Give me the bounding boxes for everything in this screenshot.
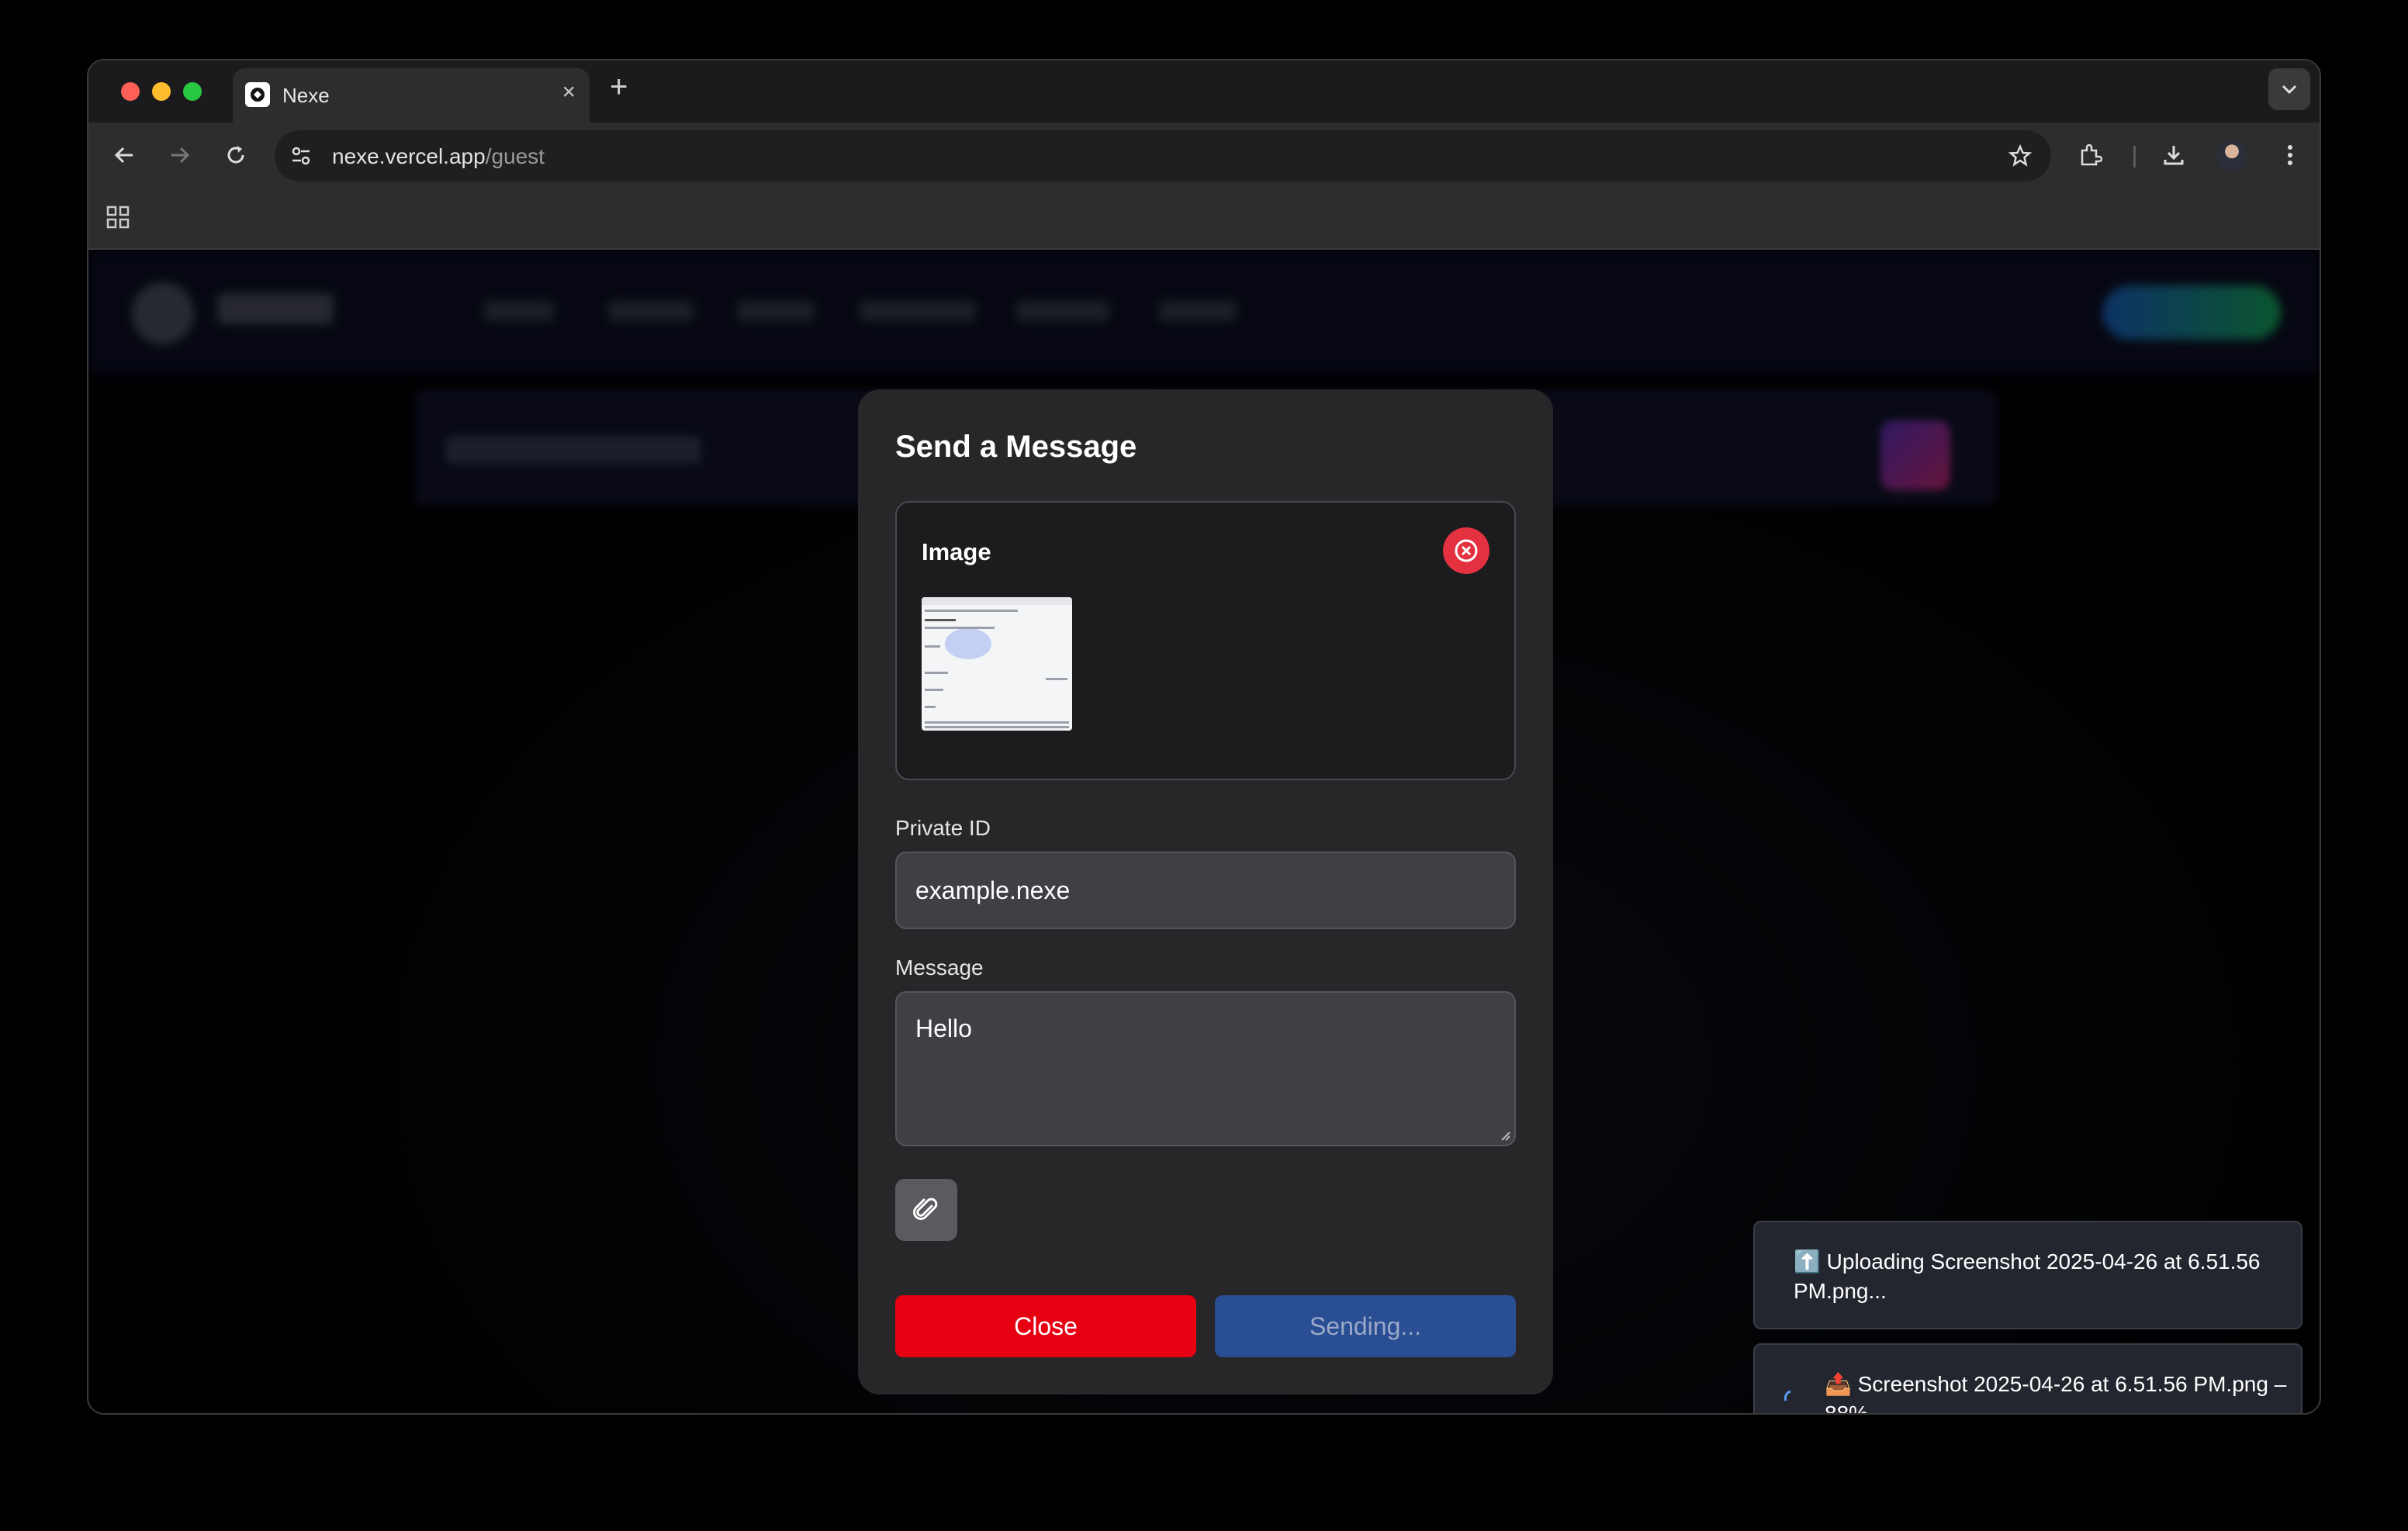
close-button[interactable]: Close xyxy=(895,1295,1196,1357)
progress-toast: 📤 Screenshot 2025-04-26 at 6.51.56 PM.pn… xyxy=(1753,1343,2302,1415)
toolbar-divider xyxy=(2133,146,2136,168)
close-window-button[interactable] xyxy=(121,82,140,101)
forward-icon[interactable] xyxy=(164,140,195,171)
send-message-modal: Send a Message Image Private ID example.… xyxy=(858,389,1553,1394)
attach-file-button[interactable] xyxy=(895,1179,957,1241)
message-label: Message xyxy=(895,956,984,980)
close-circle-icon xyxy=(1455,539,1478,562)
outbox-icon: 📤 xyxy=(1825,1372,1852,1396)
url-text: nexe.vercel.app/guest xyxy=(332,144,545,168)
private-id-input[interactable]: example.nexe xyxy=(895,852,1516,929)
paperclip-icon xyxy=(913,1197,938,1220)
bookmark-star-icon[interactable] xyxy=(2005,140,2036,171)
address-bar[interactable]: nexe.vercel.app/guest xyxy=(275,130,2051,181)
extensions-icon[interactable] xyxy=(2074,140,2105,171)
private-id-label: Private ID xyxy=(895,816,991,840)
toast-message: Screenshot 2025-04-26 at 6.51.56 PM.png … xyxy=(1825,1372,2287,1415)
browser-window: Nexe × + nexe.vercel.app/guest Send a Me… xyxy=(87,59,2321,1415)
message-textarea[interactable]: Hello xyxy=(895,991,1516,1146)
more-menu-icon[interactable] xyxy=(2275,140,2306,171)
send-button[interactable]: Sending... xyxy=(1215,1295,1516,1357)
bookmarks-bar xyxy=(88,188,2320,250)
tab-strip: Nexe × + xyxy=(88,60,2320,123)
apps-grid-icon[interactable] xyxy=(102,202,133,233)
resize-handle-icon[interactable] xyxy=(1499,1129,1511,1142)
new-tab-icon[interactable]: + xyxy=(610,71,628,102)
upload-icon: ⬆️ xyxy=(1794,1249,1821,1274)
nexe-favicon-icon xyxy=(245,82,270,107)
message-text: Hello xyxy=(915,1014,972,1042)
loading-spinner-icon xyxy=(1784,1390,1791,1401)
chevron-down-icon xyxy=(2282,85,2297,95)
toast-message: Uploading Screenshot 2025-04-26 at 6.51.… xyxy=(1794,1249,2261,1303)
image-attachment-box: Image xyxy=(895,501,1516,780)
reload-icon[interactable] xyxy=(220,140,251,171)
tab-search-button[interactable] xyxy=(2268,68,2310,110)
remove-image-button[interactable] xyxy=(1443,527,1489,574)
page-content: Send a Message Image Private ID example.… xyxy=(88,250,2320,1415)
downloads-icon[interactable] xyxy=(2158,140,2189,171)
tab-title: Nexe xyxy=(282,84,330,107)
browser-toolbar: nexe.vercel.app/guest xyxy=(88,123,2320,188)
tab-close-icon[interactable]: × xyxy=(562,79,576,105)
maximize-window-button[interactable] xyxy=(183,82,202,101)
modal-title: Send a Message xyxy=(895,430,1137,464)
back-icon[interactable] xyxy=(109,140,140,171)
tab-nexe[interactable]: Nexe × xyxy=(233,68,590,123)
upload-toast: ⬆️ Uploading Screenshot 2025-04-26 at 6.… xyxy=(1753,1221,2302,1329)
site-info-icon[interactable] xyxy=(285,140,317,171)
minimize-window-button[interactable] xyxy=(152,82,171,101)
image-section-label: Image xyxy=(922,538,991,565)
image-thumbnail xyxy=(922,597,1072,731)
profile-avatar[interactable] xyxy=(2217,141,2247,171)
